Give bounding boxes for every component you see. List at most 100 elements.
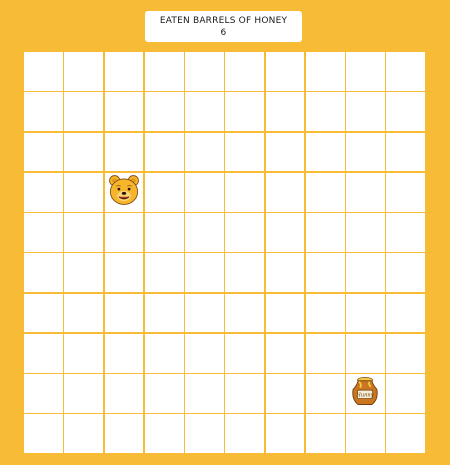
grid-cell[interactable] <box>225 52 264 91</box>
grid-cell[interactable] <box>386 293 425 333</box>
grid-cell[interactable] <box>305 132 345 172</box>
grid-cell[interactable] <box>104 52 144 91</box>
grid-cell[interactable] <box>305 293 345 333</box>
grid-cell[interactable] <box>144 213 184 252</box>
grid-cell[interactable] <box>225 293 264 333</box>
grid-cell[interactable] <box>305 172 345 212</box>
grid-cell[interactable] <box>265 132 305 172</box>
grid-cell[interactable] <box>144 414 184 453</box>
grid-cell[interactable] <box>24 52 63 91</box>
grid-cell[interactable] <box>144 253 184 292</box>
grid-cell[interactable] <box>346 92 385 131</box>
grid-cell[interactable] <box>386 132 425 172</box>
grid-cell[interactable] <box>386 374 425 413</box>
grid-cell[interactable] <box>64 414 103 453</box>
grid-cell[interactable] <box>185 333 224 373</box>
grid-cell[interactable] <box>305 333 345 373</box>
grid-cell[interactable] <box>265 293 305 333</box>
grid-cell[interactable] <box>386 213 425 252</box>
grid-cell[interactable] <box>24 213 63 252</box>
grid-cell[interactable] <box>144 374 184 413</box>
grid-cell[interactable] <box>305 213 345 252</box>
grid-cell[interactable] <box>24 414 63 453</box>
grid-cell[interactable] <box>104 92 144 131</box>
grid-cell[interactable] <box>24 92 63 131</box>
game-board[interactable]: Hunny <box>24 52 425 453</box>
grid-cell[interactable] <box>386 172 425 212</box>
grid-cell[interactable] <box>185 213 224 252</box>
grid-cell[interactable] <box>265 374 305 413</box>
grid-cell[interactable]: Hunny <box>346 374 385 413</box>
grid-cell[interactable] <box>185 132 224 172</box>
grid-cell[interactable] <box>225 213 264 252</box>
grid-cell[interactable] <box>144 333 184 373</box>
grid-cell[interactable] <box>185 172 224 212</box>
grid-cell[interactable] <box>225 132 264 172</box>
grid-cell[interactable] <box>185 253 224 292</box>
grid-cell[interactable] <box>64 374 103 413</box>
grid-cell[interactable] <box>104 132 144 172</box>
grid-cell[interactable] <box>346 414 385 453</box>
grid-cell[interactable] <box>386 92 425 131</box>
grid-cell[interactable] <box>265 172 305 212</box>
grid-cell[interactable] <box>265 253 305 292</box>
grid-cell[interactable] <box>185 374 224 413</box>
grid-cell[interactable] <box>305 374 345 413</box>
grid-cell[interactable] <box>64 92 103 131</box>
grid-cell[interactable] <box>265 213 305 252</box>
grid-cell[interactable] <box>64 253 103 292</box>
grid-cell[interactable] <box>225 333 264 373</box>
grid-cell[interactable] <box>386 414 425 453</box>
grid-cell[interactable] <box>225 414 264 453</box>
grid-cell[interactable] <box>104 213 144 252</box>
grid-cell[interactable] <box>104 172 144 212</box>
grid-cell[interactable] <box>144 52 184 91</box>
grid-cell[interactable] <box>346 132 385 172</box>
grid-cell[interactable] <box>104 374 144 413</box>
grid-cell[interactable] <box>64 172 103 212</box>
grid-cell[interactable] <box>185 92 224 131</box>
grid-cell[interactable] <box>144 92 184 131</box>
grid-cell[interactable] <box>346 52 385 91</box>
grid-cell[interactable] <box>104 333 144 373</box>
grid-cell[interactable] <box>386 52 425 91</box>
grid-cell[interactable] <box>346 253 385 292</box>
grid-cell[interactable] <box>24 374 63 413</box>
grid-cell[interactable] <box>346 213 385 252</box>
grid-cell[interactable] <box>24 293 63 333</box>
grid-cell[interactable] <box>265 52 305 91</box>
grid-cell[interactable] <box>305 414 345 453</box>
grid-cell[interactable] <box>144 132 184 172</box>
grid-cell[interactable] <box>346 172 385 212</box>
grid-cell[interactable] <box>225 374 264 413</box>
grid-cell[interactable] <box>185 52 224 91</box>
grid-cell[interactable] <box>64 132 103 172</box>
grid-cell[interactable] <box>144 293 184 333</box>
grid-cell[interactable] <box>386 253 425 292</box>
grid-cell[interactable] <box>386 333 425 373</box>
grid-cell[interactable] <box>24 253 63 292</box>
grid-cell[interactable] <box>265 333 305 373</box>
grid-cell[interactable] <box>346 333 385 373</box>
grid-cell[interactable] <box>144 172 184 212</box>
grid-cell[interactable] <box>64 213 103 252</box>
grid-cell[interactable] <box>104 414 144 453</box>
grid-cell[interactable] <box>225 253 264 292</box>
grid-cell[interactable] <box>185 414 224 453</box>
grid-cell[interactable] <box>225 172 264 212</box>
grid-cell[interactable] <box>305 253 345 292</box>
grid-cell[interactable] <box>185 293 224 333</box>
grid-cell[interactable] <box>305 92 345 131</box>
grid-cell[interactable] <box>24 132 63 172</box>
grid-cell[interactable] <box>265 92 305 131</box>
grid-cell[interactable] <box>64 333 103 373</box>
grid-cell[interactable] <box>265 414 305 453</box>
grid-cell[interactable] <box>104 293 144 333</box>
grid-cell[interactable] <box>64 52 103 91</box>
grid-cell[interactable] <box>104 253 144 292</box>
grid-cell[interactable] <box>225 92 264 131</box>
grid-cell[interactable] <box>305 52 345 91</box>
grid-cell[interactable] <box>24 172 63 212</box>
grid-cell[interactable] <box>346 293 385 333</box>
grid-cell[interactable] <box>24 333 63 373</box>
